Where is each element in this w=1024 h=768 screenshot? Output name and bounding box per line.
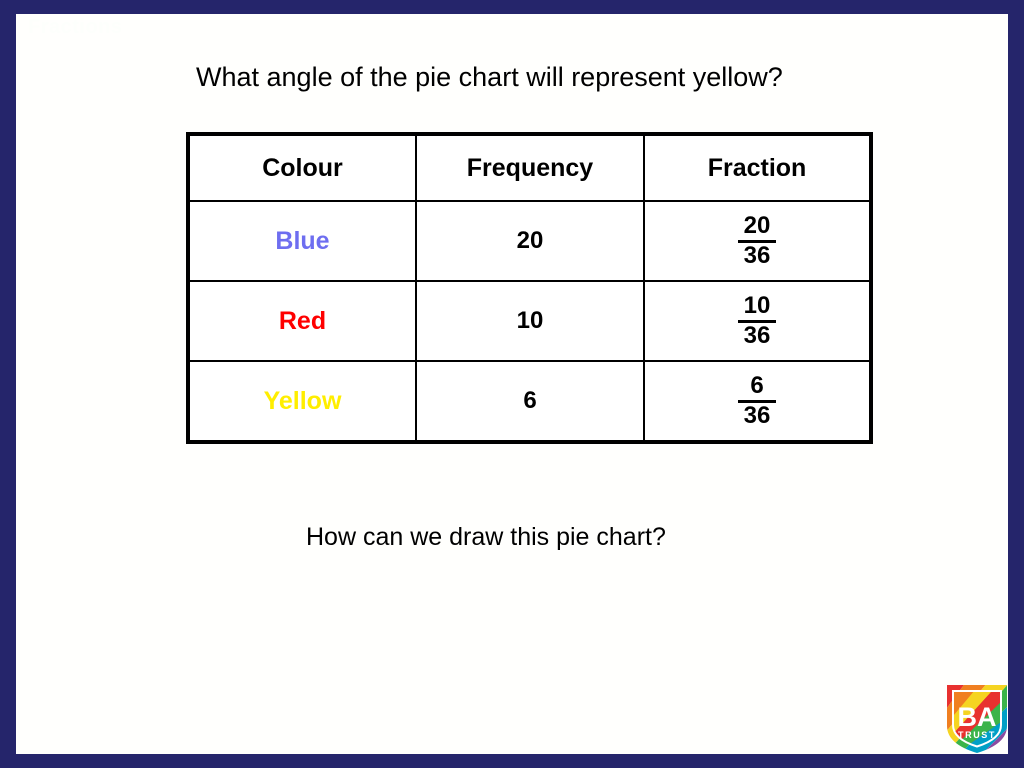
fraction-numerator: 20 [743,212,771,240]
cell-colour-blue: Blue [187,200,417,282]
ghost-title-placeholder: Fractions [28,16,123,38]
fraction-denominator: 36 [737,319,777,348]
cell-frequency-yellow: 6 [415,360,645,443]
fraction-blue: 20 36 [737,212,777,268]
cell-colour-yellow: Yellow [187,360,417,443]
logo-monogram: BA [958,702,997,732]
table-header-row: Colour Frequency Fraction [187,133,872,202]
cell-frequency-blue: 20 [415,200,645,282]
fraction-denominator: 36 [737,399,777,428]
fraction-yellow: 6 36 [737,372,777,428]
table-header: Colour Frequency Fraction [187,133,872,202]
cell-fraction-red: 10 36 [643,280,872,362]
cell-fraction-yellow: 6 36 [643,360,872,443]
shield-icon: BA TRUST [947,685,1007,753]
cell-colour-red: Red [187,280,417,362]
question-heading: What angle of the pie chart will represe… [196,62,783,92]
table-row: Yellow 6 6 36 [187,360,872,443]
fraction-numerator: 6 [750,372,764,400]
fraction-red: 10 36 [737,292,777,348]
fraction-denominator: 36 [737,239,777,268]
table-row: Red 10 10 36 [187,280,872,362]
followup-question: How can we draw this pie chart? [306,523,666,551]
slide-frame: Fractions What angle of the pie chart wi… [0,0,1024,768]
column-header-colour: Colour [187,133,417,202]
table-row: Blue 20 20 36 [187,200,872,282]
cell-frequency-red: 10 [415,280,645,362]
column-header-fraction: Fraction [643,133,872,202]
cell-fraction-blue: 20 36 [643,200,872,282]
column-header-frequency: Frequency [415,133,645,202]
fraction-numerator: 10 [743,292,771,320]
logo-wordmark: TRUST [958,730,996,740]
ba-trust-logo: BA TRUST [944,682,1010,756]
frequency-table: Colour Frequency Fraction Blue 20 20 36 [186,132,873,444]
slide-content-area: Fractions What angle of the pie chart wi… [16,14,1008,754]
table-body: Blue 20 20 36 Red 10 10 36 Yellow 6 6 36 [187,200,872,443]
